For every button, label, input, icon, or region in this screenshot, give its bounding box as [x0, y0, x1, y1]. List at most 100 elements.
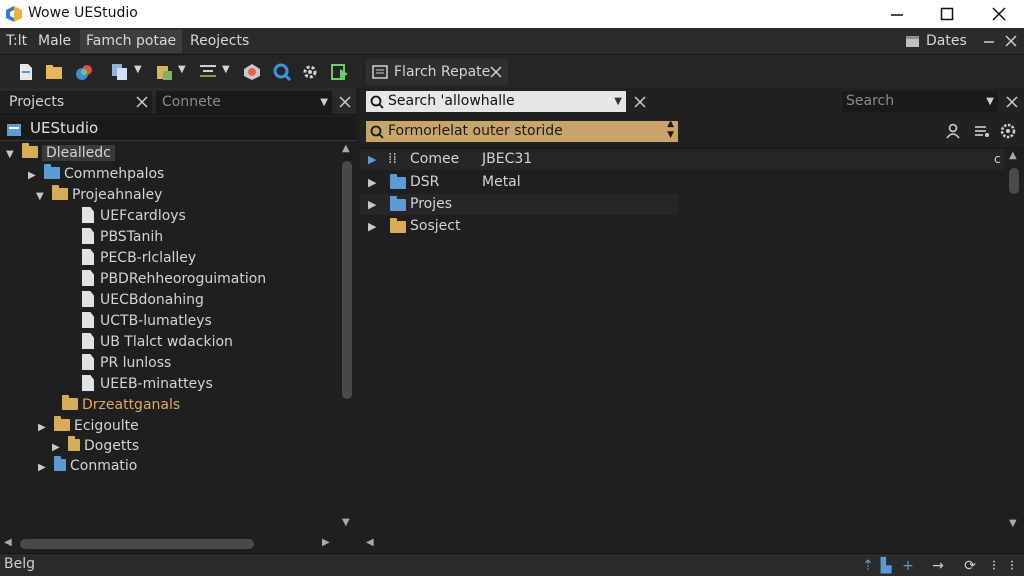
chevron-down-icon[interactable]: ▼: [614, 91, 622, 112]
tree-item-uefcardloys[interactable]: UEFcardloys: [82, 206, 186, 227]
open-folder-icon[interactable]: [44, 62, 64, 82]
search-icon: [370, 95, 384, 109]
tab-projects[interactable]: Projects: [0, 91, 152, 114]
dates-icon: [906, 36, 919, 47]
toolbar: ▼ ▼ ▼: [0, 55, 360, 88]
paste-dropdown-icon[interactable]: ▼: [178, 64, 186, 75]
maximize-button[interactable]: [924, 0, 970, 28]
add-icon[interactable]: +: [900, 558, 916, 574]
list-item[interactable]: ▶ Projes: [360, 194, 678, 215]
text-file-icon: ⁞⁞: [388, 151, 397, 167]
right-vertical-scrollbar[interactable]: ▲ ▼: [1004, 150, 1024, 535]
close-secondary-search-icon[interactable]: [1004, 94, 1020, 110]
file-icon: [82, 228, 94, 244]
settings-icon[interactable]: [300, 62, 320, 82]
chevron-down-icon[interactable]: ▼: [986, 91, 994, 112]
scroll-left-icon[interactable]: ◀: [4, 537, 12, 548]
right-panel-tabs: Flarch Repate: [360, 55, 1024, 88]
close-projects-tab-icon[interactable]: [134, 94, 150, 110]
tree-item-pbstanih[interactable]: PBSTanih: [82, 227, 163, 248]
gear-icon[interactable]: [1000, 123, 1016, 139]
panel-close-icon[interactable]: [1004, 34, 1018, 48]
tree-item-projeahnaley[interactable]: ▼ Projeahnaley: [36, 185, 162, 206]
sync-icon[interactable]: ⟳: [962, 558, 978, 574]
list-options-icon[interactable]: [974, 124, 990, 138]
tree-item-label: UB Tlalct wdackion: [100, 334, 233, 350]
pin-icon[interactable]: ⇡: [860, 558, 876, 574]
paste-icon[interactable]: [154, 62, 174, 82]
tree-item-dlealledc[interactable]: ▼ Dlealledc: [6, 143, 115, 164]
list-item[interactable]: ▶ DSR Metal: [360, 172, 1004, 193]
format-dropdown-icon[interactable]: ▼: [222, 64, 230, 75]
clear-search-icon[interactable]: [632, 94, 648, 110]
scrollbar-thumb[interactable]: [20, 539, 254, 549]
more-icon[interactable]: ⁝: [1004, 558, 1020, 574]
dates-button[interactable]: Dates: [920, 30, 973, 53]
folder-icon: [390, 218, 406, 233]
project-root-header[interactable]: UEStudio: [0, 117, 356, 141]
tree-item-drzeattganals[interactable]: Drzeattganals: [62, 395, 180, 416]
user-icon[interactable]: [945, 123, 961, 139]
scroll-left-icon[interactable]: ◀: [366, 537, 374, 548]
collapsed-arrow-icon: ▶: [368, 153, 377, 166]
tree-item-label: UECBdonahing: [100, 292, 204, 308]
scroll-up-icon[interactable]: ▲: [342, 143, 350, 154]
close-tab-icon[interactable]: [488, 64, 504, 80]
menu-item-reojects[interactable]: Reojects: [184, 30, 255, 53]
scroll-down-icon[interactable]: ▼: [1009, 518, 1017, 529]
project-icon[interactable]: [74, 62, 94, 82]
scroll-up-icon[interactable]: ▲: [1009, 150, 1017, 161]
tree-item-conmatio[interactable]: ▶ Conmatio: [38, 456, 137, 477]
connect-dropdown[interactable]: Connete ▼: [156, 91, 332, 114]
connect-placeholder: Connete: [162, 94, 221, 110]
list-item[interactable]: ▶ ⁞⁞ Comee JBEC31 c: [360, 149, 1004, 170]
tree-item-pbdr[interactable]: PBDRehheoroguimation: [82, 269, 266, 290]
menu-item-famch-potae[interactable]: Famch potae: [80, 30, 183, 53]
tree-item-label: UEEB-minatteys: [100, 376, 213, 392]
find-icon[interactable]: [272, 62, 292, 82]
tree-item-ecigoulte[interactable]: ▶ Ecigoulte: [38, 416, 139, 437]
copy-dropdown-icon[interactable]: ▼: [134, 64, 142, 75]
right-horizontal-scrollbar[interactable]: ◀: [360, 535, 1024, 553]
list-item[interactable]: ▶ Sosject: [360, 216, 1004, 237]
tab-flarch-repate[interactable]: Flarch Repate: [366, 59, 508, 85]
secondary-search-input[interactable]: Search ▼: [842, 91, 998, 112]
search-icon: [370, 125, 384, 139]
more-icon[interactable]: ⁝: [986, 558, 1002, 574]
tree-item-dogetts[interactable]: ▶ Dogetts: [52, 436, 139, 457]
tree-item-pr-lunloss[interactable]: PR lunloss: [82, 353, 171, 374]
format-icon[interactable]: [198, 62, 218, 82]
search-bar: Search 'allowhalle ▼ Search ▼: [360, 88, 1024, 115]
tree-item-pecb[interactable]: PECB-rlclalley: [82, 248, 196, 269]
copy-icon[interactable]: [110, 62, 130, 82]
panel-minimize-icon[interactable]: [982, 34, 996, 48]
build-icon[interactable]: [242, 62, 262, 82]
tree-item-commehpalos[interactable]: ▶ Commehpalos: [28, 164, 164, 185]
tree-item-uctb[interactable]: UCTB-lumatleys: [82, 311, 212, 332]
scroll-down-icon[interactable]: ▼: [342, 517, 350, 528]
tree-item-uecb[interactable]: UECBdonahing: [82, 290, 204, 311]
menu-item-male[interactable]: Male: [32, 30, 77, 53]
tree-item-ueeb[interactable]: UEEB-minatteys: [82, 374, 213, 395]
menu-item-tlt[interactable]: T:lt: [0, 30, 33, 53]
tree-item-label: PECB-rlclalley: [100, 250, 197, 266]
run-icon[interactable]: [330, 62, 350, 82]
new-file-icon[interactable]: [16, 62, 36, 82]
close-connect-icon[interactable]: [337, 94, 353, 110]
left-vertical-scrollbar[interactable]: ▲ ▼: [338, 143, 356, 535]
close-window-button[interactable]: [976, 0, 1022, 28]
minimize-button[interactable]: [874, 0, 920, 28]
search-input[interactable]: Search 'allowhalle ▼: [366, 91, 626, 112]
stepper-arrows-icon: ▲ ▼: [667, 119, 674, 140]
document-icon[interactable]: ▙: [878, 558, 894, 574]
scrollbar-thumb[interactable]: [1009, 168, 1019, 194]
left-horizontal-scrollbar[interactable]: ◀ ▶: [0, 535, 338, 553]
scrollbar-thumb[interactable]: [342, 161, 352, 399]
filter-select[interactable]: Formorlelat outer storide ▲ ▼: [366, 119, 678, 142]
tree-item-ub-tlalct[interactable]: UB Tlalct wdackion: [82, 332, 233, 353]
tree-item-label: PR lunloss: [100, 355, 172, 371]
scroll-right-icon[interactable]: ▶: [322, 537, 330, 548]
folder-icon: [390, 196, 406, 211]
arrow-right-icon[interactable]: →: [930, 558, 946, 574]
tree-item-label: Projeahnaley: [72, 187, 163, 203]
